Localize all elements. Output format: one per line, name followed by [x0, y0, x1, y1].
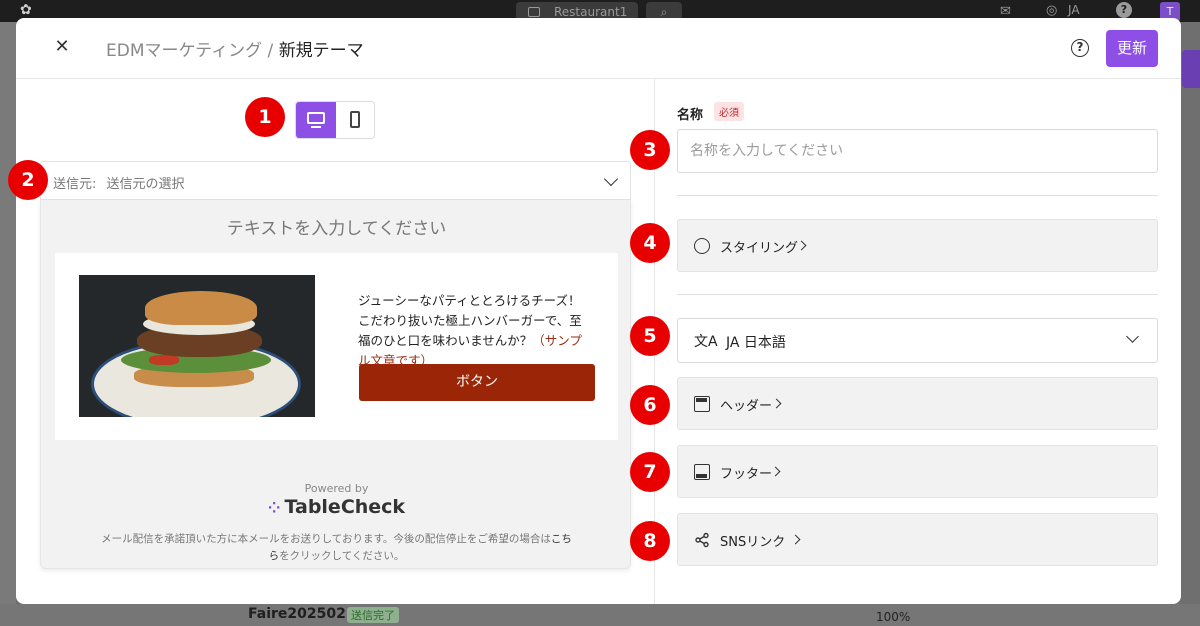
brand-name: TableCheck [284, 496, 406, 518]
styling-label: スタイリング [720, 241, 799, 256]
chevron-down-icon [1126, 330, 1139, 343]
globe-icon[interactable]: ◎ [1046, 3, 1057, 18]
breadcrumb: EDMマーケティング / 新規テーマ [106, 36, 364, 61]
store-icon [528, 7, 540, 17]
divider [677, 294, 1158, 295]
required-badge: 必須 [714, 102, 744, 121]
language-label[interactable]: JA [1068, 3, 1080, 17]
annotation-marker-7: 7 [630, 452, 670, 492]
status-badge: 送信完了 [347, 607, 399, 623]
device-toggle [295, 101, 375, 139]
email-title-placeholder[interactable]: テキストを入力してください [41, 214, 632, 239]
header-section[interactable]: ヘッダー [677, 377, 1158, 430]
background-campaign-row: Faire202502 送信完了 100% [0, 604, 1200, 626]
header-layout-icon [694, 396, 710, 412]
tomato [149, 355, 179, 365]
name-input[interactable] [677, 129, 1158, 173]
monitor-icon [307, 112, 325, 124]
help-circle-icon[interactable]: ? [1071, 39, 1089, 57]
language-select[interactable]: 文A JA 日本語 [677, 318, 1158, 363]
breadcrumb-separator: / [267, 41, 274, 61]
translate-icon: 文A [694, 334, 718, 350]
monitor-stand [311, 126, 321, 128]
chevron-right-icon [790, 534, 801, 545]
content-block[interactable]: ジューシーなパティととろけるチーズ！こだわり抜いた極上ハンバーガーで、至福のひと… [55, 253, 618, 440]
tablecheck-brand: ⁘ TableCheck [41, 496, 632, 518]
footer-label: フッター [720, 467, 773, 482]
hamburger-image [79, 275, 315, 417]
annotation-marker-1: 1 [245, 97, 285, 137]
desktop-view-button[interactable] [296, 102, 336, 138]
name-label: 名称 [677, 108, 704, 123]
tablecheck-logo-icon: ⁘ [267, 499, 281, 517]
sns-label: SNSリンク [720, 535, 786, 550]
palette-icon [694, 238, 710, 254]
header-label: ヘッダー [720, 399, 773, 414]
tablecheck-logo-icon[interactable]: ✿ [20, 3, 44, 17]
footer-section[interactable]: フッター [677, 445, 1158, 498]
footer-layout-icon [694, 464, 710, 480]
content-description: ジューシーなパティととろけるチーズ！こだわり抜いた極上ハンバーガーで、至福のひと… [358, 291, 590, 371]
bun-top [145, 291, 257, 325]
sender-select[interactable]: 送信元: 送信元の選択 [40, 161, 631, 200]
sender-label-text: 送信元: [53, 177, 97, 192]
chevron-down-icon [603, 171, 619, 187]
chevron-right-icon [796, 240, 807, 251]
annotation-marker-4: 4 [630, 223, 670, 263]
page-title: 新規テーマ [278, 41, 364, 61]
unsubscribe-tail: をクリックしてください。 [279, 550, 405, 562]
annotation-marker-8: 8 [630, 521, 670, 561]
new-theme-modal: ✕ EDMマーケティング / 新規テーマ ? 更新 送信元: 送信元の選択 テキ… [16, 18, 1181, 604]
divider [677, 195, 1158, 196]
powered-by-text: Powered by [304, 482, 369, 495]
unsubscribe-note: メール配信を承諾頂いた方に本メールをお送りしております。今後の配信停止をご希望の… [101, 531, 572, 565]
chevron-right-icon [771, 398, 782, 409]
language-value: JA 日本語 [726, 335, 786, 351]
chevron-right-icon [770, 466, 781, 477]
modal-header: ✕ EDMマーケティング / 新規テーマ ? 更新 [16, 18, 1181, 79]
sender-label: 送信元: 送信元の選択 [53, 173, 185, 192]
smartphone-icon [350, 111, 360, 128]
annotation-marker-6: 6 [630, 385, 670, 425]
share-icon [694, 532, 710, 548]
background-page [0, 22, 16, 626]
help-icon[interactable]: ? [1116, 2, 1132, 18]
cta-button[interactable]: ボタン [359, 364, 595, 401]
annotation-marker-2: 2 [8, 160, 48, 200]
styling-section[interactable]: スタイリング [677, 219, 1158, 272]
annotation-marker-3: 3 [630, 130, 670, 170]
email-preview: テキストを入力してください ジューシーなパティととろけるチーズ！こだわり抜いた極… [40, 200, 631, 569]
sender-value: 送信元の選択 [106, 177, 185, 192]
background-action-button [1182, 50, 1200, 88]
close-icon[interactable]: ✕ [52, 36, 72, 58]
campaign-name: Faire202502 [248, 606, 346, 622]
mail-icon[interactable]: ✉ [1000, 4, 1011, 19]
venue-name: Restaurant1 [554, 5, 628, 19]
mobile-view-button[interactable] [336, 102, 374, 138]
unsubscribe-text: メール配信を承諾頂いた方に本メールをお送りしております。今後の配信停止をご希望の… [101, 533, 551, 545]
breadcrumb-parent[interactable]: EDMマーケティング [106, 41, 262, 61]
campaign-rate: 100% [876, 610, 911, 624]
update-button[interactable]: 更新 [1106, 30, 1158, 67]
sns-links-section[interactable]: SNSリンク [677, 513, 1158, 566]
annotation-marker-5: 5 [630, 316, 670, 356]
